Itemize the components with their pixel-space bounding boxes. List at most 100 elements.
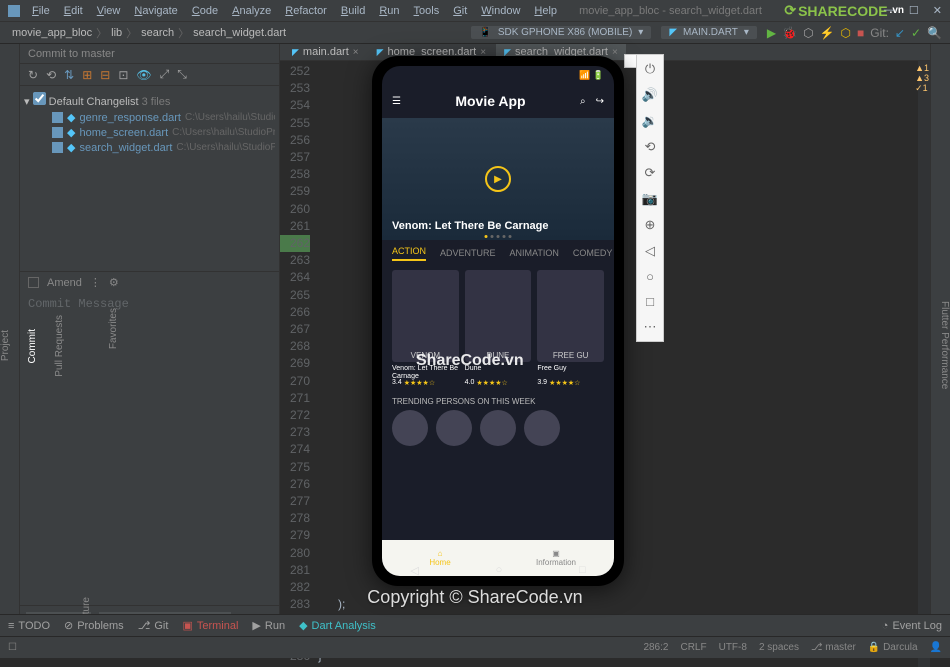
breadcrumb[interactable]: movie_app_bloc 〉 lib 〉 search 〉 search_w… [8,25,290,41]
changelist-tree[interactable]: ▾ Default Changelist 3 files ◆ genre_res… [20,86,279,159]
search-button[interactable]: 🔍 [927,26,942,40]
movie-card[interactable]: FREE GUFree Guy3.9 ★★★★☆ [537,270,604,387]
warnings-badge[interactable]: ▲1 ▲3 ✓1 [915,63,929,94]
git-tool[interactable]: ⎇ Git [138,619,169,632]
line-ending[interactable]: CRLF [680,642,706,653]
crumb-0[interactable]: movie_app_bloc [8,27,96,39]
changed-file[interactable]: ◆ home_screen.dart C:\Users\hailu\Studio… [24,125,275,140]
coverage-button[interactable]: ⬡ [803,26,813,40]
todo-tool[interactable]: ≡ TODO [8,620,50,632]
power-icon[interactable]: ⏻ [645,61,655,77]
more-icon[interactable]: ⋮ [90,276,101,289]
pull-requests-tool-button[interactable]: Pull Requests [54,315,65,377]
menu-git[interactable]: Git [447,3,473,19]
git-branch[interactable]: ⎇ master [811,642,856,653]
camera-icon[interactable]: 📷 [642,191,658,207]
changelist-icon[interactable]: ⊞ [82,68,92,82]
indent-setting[interactable]: 2 spaces [759,642,799,653]
gear-icon[interactable]: ⚙ [109,276,119,289]
genre-tab[interactable]: ADVENTURE [440,248,496,258]
menu-tools[interactable]: Tools [408,3,446,19]
file-encoding[interactable]: UTF-8 [719,642,747,653]
menu-file[interactable]: File [26,3,56,19]
back-button[interactable]: ◁ [410,564,418,577]
home-button[interactable]: ○ [496,564,503,576]
problems-tool[interactable]: ⊘ Problems [64,619,124,632]
menu-build[interactable]: Build [335,3,371,19]
menu-analyze[interactable]: Analyze [226,3,277,19]
flutter-perf-button[interactable]: Flutter Performance [939,301,950,389]
git-update-button[interactable]: ↙ [895,26,905,40]
search-icon[interactable]: ⌕ [580,96,586,107]
collapse-icon[interactable]: ⤡ [177,67,187,82]
volume-up-icon[interactable]: 🔊 [642,87,658,103]
changelist-root[interactable]: ▾ Default Changelist 3 files [24,90,275,110]
hero-banner[interactable]: ▶ Venom: Let There Be Carnage [382,118,614,240]
expand-icon[interactable]: ⤢ [160,67,170,82]
favorites-tool-button[interactable]: Favorites [108,308,119,349]
cursor-position[interactable]: 286:2 [643,642,668,653]
menu-edit[interactable]: Edit [58,3,89,19]
menu-help[interactable]: Help [528,3,563,19]
maximize-button[interactable]: ☐ [909,4,919,17]
person-avatar[interactable] [436,410,472,446]
menu-code[interactable]: Code [186,3,224,19]
hot-reload-button[interactable]: ⚡ [820,26,835,40]
home-nav-icon[interactable]: ○ [646,269,654,284]
menu-icon[interactable]: ☰ [392,96,401,107]
sync-icon[interactable]: 👤 [930,642,942,653]
dart-analysis-tool[interactable]: ◆ Dart Analysis [299,619,376,632]
attach-button[interactable]: ⬡ [841,26,851,40]
shelve-icon[interactable]: ⊟ [100,68,110,82]
theme-name[interactable]: 🔒 Darcula [868,642,918,653]
person-avatar[interactable] [392,410,428,446]
crumb-3[interactable]: search_widget.dart [189,27,290,39]
login-icon[interactable]: ↪ [596,96,604,107]
eye-icon[interactable]: 👁 [136,68,151,82]
menu-navigate[interactable]: Navigate [128,3,183,19]
run-button[interactable]: ▶ [767,26,776,40]
phone-screen[interactable]: 📶 🔋 ☰ Movie App ⌕ ↪ ▶ Venom: Let There B… [382,66,614,576]
person-avatar[interactable] [480,410,516,446]
menu-window[interactable]: Window [475,3,526,19]
menu-view[interactable]: View [91,3,127,19]
debug-button[interactable]: 🐞 [782,26,797,40]
rotate-left-icon[interactable]: ⟲ [645,139,656,155]
refresh-icon[interactable]: ↻ [28,68,38,82]
diff-icon[interactable]: ⇅ [64,68,74,82]
back-nav-icon[interactable]: ◁ [645,243,655,259]
volume-down-icon[interactable]: 🔉 [642,113,658,129]
problems-strip[interactable]: ▲1 ▲3 ✓1 [918,61,930,667]
device-selector[interactable]: 📱SDK GPHONE X86 (MOBILE)▾ [471,26,651,39]
rotate-right-icon[interactable]: ⟳ [645,165,656,181]
changed-file[interactable]: ◆ genre_response.dart C:\Users\hailu\Stu… [24,110,275,125]
recent-button[interactable]: □ [579,564,586,576]
run-config-selector[interactable]: ◤MAIN.DART▾ [661,26,757,39]
amend-checkbox[interactable] [28,277,39,288]
project-tool-button[interactable]: Project [0,330,11,361]
person-avatar[interactable] [524,410,560,446]
genre-tab[interactable]: ANIMATION [510,248,559,258]
terminal-tool[interactable]: ▣ Terminal [182,619,238,632]
overview-nav-icon[interactable]: □ [646,294,654,309]
crumb-1[interactable]: lib [107,27,126,39]
genre-tab[interactable]: ACTION [392,246,426,261]
run-tool[interactable]: ▶ Run [252,619,285,632]
commit-tool-button[interactable]: Commit [27,329,38,363]
changed-file[interactable]: ◆ search_widget.dart C:\Users\hailu\Stud… [24,140,275,155]
stop-button[interactable]: ■ [857,26,864,40]
menu-run[interactable]: Run [373,3,405,19]
rollback-icon[interactable]: ⟲ [46,68,56,82]
zoom-icon[interactable]: ⊕ [645,217,656,233]
group-icon[interactable]: ⊡ [118,68,128,82]
close-button[interactable]: ✕ [933,4,942,17]
play-icon[interactable]: ▶ [485,166,511,192]
genre-tab[interactable]: COMEDY [573,248,613,258]
status-icon[interactable]: ☐ [8,642,17,653]
editor-tab[interactable]: ◤main.dart × [284,44,367,60]
git-commit-button[interactable]: ✓ [911,26,921,40]
crumb-2[interactable]: search [137,27,178,39]
changelist-checkbox[interactable] [33,92,46,105]
menu-refactor[interactable]: Refactor [279,3,333,19]
event-log-tool[interactable]: ◔ Event Log [882,620,942,632]
